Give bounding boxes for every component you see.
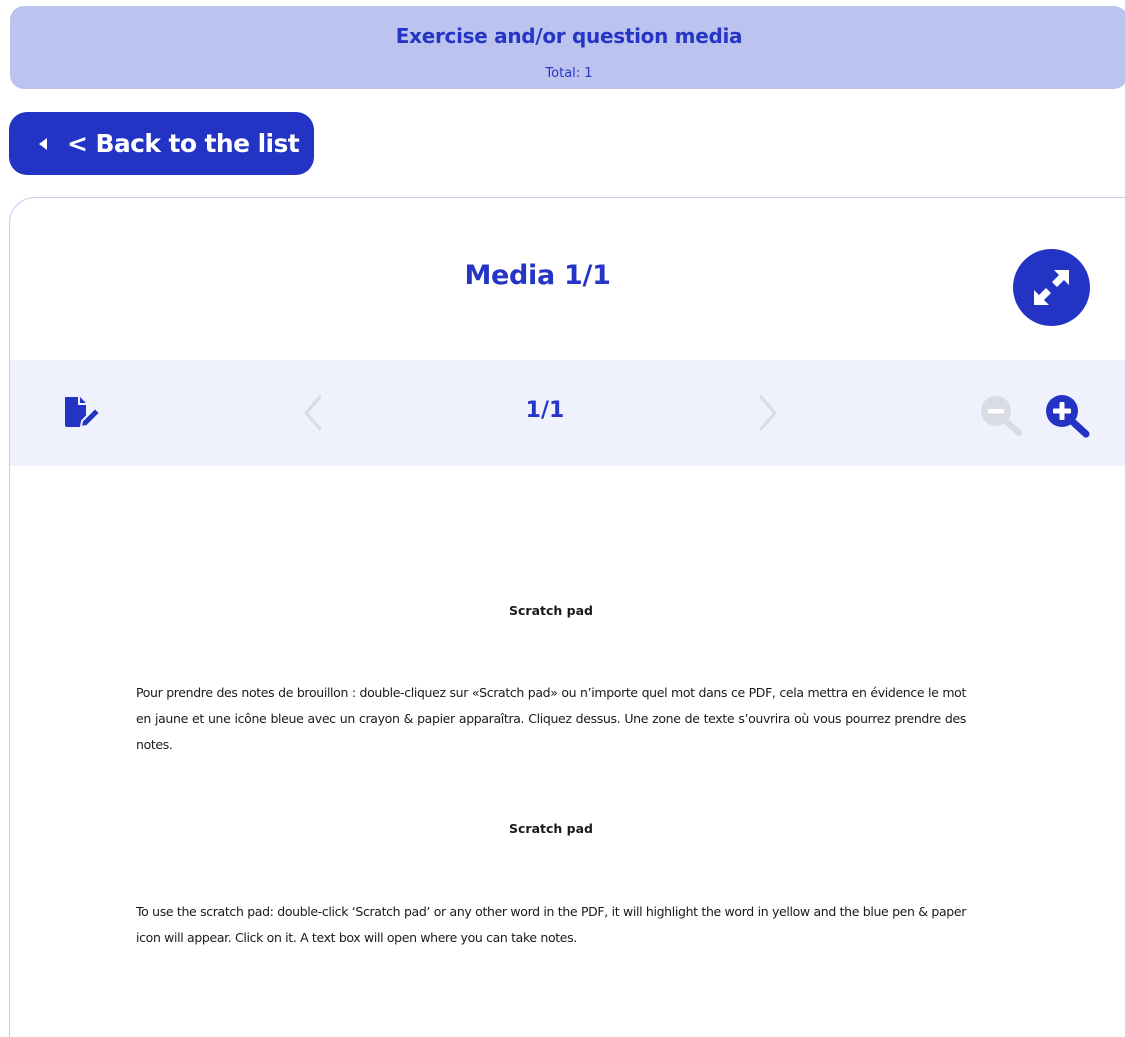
zoom-out-icon[interactable] [979, 394, 1023, 440]
media-title: Media 1/1 [464, 260, 611, 291]
pdf-heading-french: Scratch pad [509, 603, 593, 618]
expand-arrows-icon [1034, 270, 1069, 305]
pdf-paragraph-english: To use the scratch pad: double-click ‘Sc… [136, 904, 966, 945]
caret-left-icon [39, 137, 47, 150]
media-header-banner: Exercise and/or question media Total: 1 [10, 6, 1125, 89]
back-to-list-button[interactable]: < Back to the list [9, 112, 314, 175]
pdf-toolbar: 1/1 [10, 360, 1125, 466]
fullscreen-button[interactable] [1013, 249, 1090, 326]
page-indicator: 1/1 [525, 398, 565, 423]
header-title: Exercise and/or question media [395, 24, 743, 48]
chevron-right-icon[interactable] [755, 394, 781, 436]
pdf-paragraph-french: Pour prendre des notes de brouillon : do… [136, 685, 966, 752]
chevron-left-icon[interactable] [300, 394, 326, 436]
zoom-in-icon[interactable] [1043, 392, 1091, 442]
header-total-count: Total: 1 [545, 66, 593, 81]
pdf-heading-english: Scratch pad [509, 821, 593, 836]
scratch-pad-icon[interactable] [63, 395, 103, 433]
back-to-list-label: < Back to the list [67, 129, 300, 158]
